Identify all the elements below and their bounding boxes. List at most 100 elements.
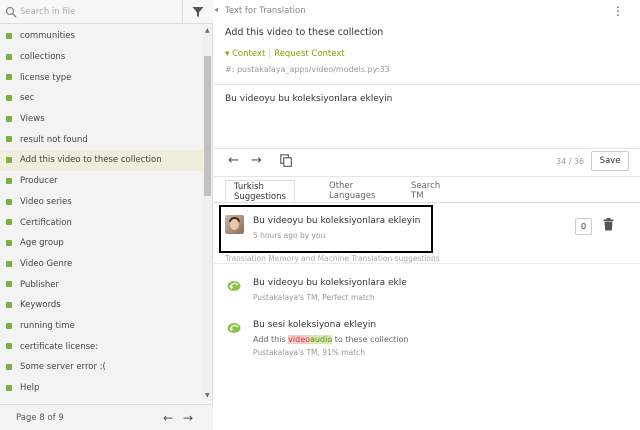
save-button[interactable]: Save — [591, 151, 629, 171]
status-dot — [6, 384, 12, 391]
trash-icon[interactable] — [603, 218, 614, 231]
copy-source-icon[interactable] — [280, 154, 292, 167]
status-dot — [6, 198, 12, 205]
list-item-label: communities — [20, 31, 75, 42]
list-item-label: Add this video to these collection — [20, 155, 162, 166]
list-item[interactable]: communities — [0, 26, 203, 47]
status-dot — [6, 322, 12, 329]
arrow-right-icon[interactable]: → — [183, 411, 193, 425]
list-item-label: collections — [20, 52, 66, 63]
list-item-label: Publisher — [20, 279, 60, 290]
highlight-box — [219, 205, 433, 253]
status-dot — [6, 281, 12, 288]
tm-source-diff: Add this videoaudio to these collection — [253, 335, 409, 344]
tab-other-languages[interactable]: Other Languages — [321, 180, 383, 202]
list-item[interactable]: collections — [0, 47, 203, 68]
list-item[interactable]: Certification — [0, 212, 203, 233]
divider — [214, 176, 640, 177]
tab-turkish-suggestions[interactable]: Turkish Suggestions — [225, 180, 295, 202]
divider — [214, 263, 640, 264]
status-dot — [6, 219, 12, 226]
header-title: Text for Translation — [225, 6, 306, 16]
list-item[interactable]: Views — [0, 109, 203, 130]
tm-logo-icon — [227, 323, 241, 333]
status-dot — [6, 74, 12, 81]
list-item[interactable]: running time — [0, 316, 203, 337]
list-item[interactable]: Help — [0, 378, 203, 399]
status-dot — [6, 343, 12, 350]
scroll-down-icon[interactable]: ▼ — [205, 392, 210, 399]
vote-count[interactable]: 0 — [575, 218, 592, 235]
list-item[interactable]: license type — [0, 67, 203, 88]
sidebar: communities collections license type sec Vie… — [0, 0, 213, 430]
list-item-label: Keywords — [20, 300, 61, 311]
page-label: Page 8 of 9 — [16, 413, 64, 423]
divider — [214, 148, 640, 149]
list-item[interactable]: Some server error :( — [0, 357, 203, 378]
list-item-label: license type — [20, 72, 72, 83]
string-counter: 34 / 36 — [556, 157, 585, 166]
translation-textarea[interactable]: Bu videoyu bu koleksiyonlara ekleyin — [225, 94, 392, 104]
status-dot — [6, 177, 12, 184]
caret-down-icon: ▾ — [225, 49, 230, 59]
back-arrow-icon[interactable]: ← — [228, 153, 239, 168]
filter-button[interactable] — [182, 0, 213, 24]
status-dot — [6, 33, 12, 39]
list-item[interactable]: sec — [0, 88, 203, 109]
context-toggle[interactable]: Context — [232, 49, 265, 59]
diff-inserted: audio — [310, 335, 333, 344]
request-context-link[interactable]: Request Context — [274, 49, 345, 59]
list-item-label: Certification — [20, 217, 72, 228]
tm-text[interactable]: Bu videoyu bu koleksiyonlara ekle — [253, 278, 407, 288]
list-item[interactable]: Producer — [0, 171, 203, 192]
status-dot — [6, 95, 12, 102]
scroll-thumb[interactable] — [204, 56, 211, 196]
editor-header: ◂ Text for Translation ⋮ — [214, 0, 640, 22]
file-path: #: pustakalaya_apps/video/models.py:33 — [225, 65, 390, 74]
scroll-up-icon[interactable]: ▲ — [205, 27, 210, 34]
status-dot — [6, 239, 12, 246]
status-dot — [6, 301, 12, 308]
list-item-label: result not found — [20, 134, 88, 145]
forward-arrow-icon[interactable]: → — [251, 153, 262, 168]
search-bar — [0, 0, 213, 24]
tab-search-tm[interactable]: Search TM — [403, 180, 448, 202]
list-item-label: Age group — [20, 238, 64, 249]
search-icon — [5, 6, 17, 18]
tm-meta: Pustakalaya's TM, Perfect match — [253, 293, 375, 302]
list-item-label: Video Genre — [20, 258, 73, 269]
list-item[interactable]: Age group — [0, 233, 203, 254]
list-item[interactable]: Video Genre — [0, 254, 203, 275]
arrow-left-icon[interactable]: ← — [163, 411, 173, 425]
status-dot — [6, 260, 12, 267]
pager: Page 8 of 9 ← → — [0, 404, 213, 430]
tm-suggestion[interactable]: Bu sesi koleksiyona ekleyin Add this vid… — [214, 318, 640, 358]
status-dot — [6, 364, 12, 370]
collapse-sidebar-icon[interactable]: ◂ — [214, 5, 218, 14]
tm-text[interactable]: Bu sesi koleksiyona ekleyin — [253, 320, 376, 330]
list-item-label: Help — [20, 383, 40, 394]
list-item[interactable]: Keywords — [0, 295, 203, 316]
filter-icon — [192, 7, 204, 17]
tm-meta: Pustakalaya's TM, 91% match — [253, 348, 366, 357]
list-item[interactable]: Publisher — [0, 274, 203, 295]
tm-logo-icon — [227, 281, 241, 291]
list-item-label: certificate license: — [20, 341, 99, 352]
more-menu-icon[interactable]: ⋮ — [612, 3, 624, 19]
list-item[interactable]: Video series — [0, 192, 203, 213]
list-item[interactable]: certificate license: — [0, 336, 203, 357]
string-list: communities collections license type sec Vie… — [0, 26, 203, 400]
tm-suggestion[interactable]: Bu videoyu bu koleksiyonlara ekle Pustak… — [214, 276, 640, 316]
search-input[interactable] — [20, 4, 175, 20]
divider — [214, 84, 640, 85]
list-item[interactable]: result not found — [0, 129, 203, 150]
context-row: ▾ Context | Request Context — [225, 49, 345, 59]
tm-header: Translation Memory and Machine Translati… — [225, 254, 440, 263]
status-dot — [6, 53, 12, 60]
list-item-label: Views — [20, 114, 45, 125]
list-item[interactable]: Add this video to these collection — [0, 150, 203, 171]
status-dot — [6, 157, 12, 164]
sidebar-scrollbar[interactable]: ▲ ▼ — [203, 26, 212, 400]
source-text: Add this video to these collection — [225, 27, 384, 38]
status-dot — [6, 115, 12, 122]
